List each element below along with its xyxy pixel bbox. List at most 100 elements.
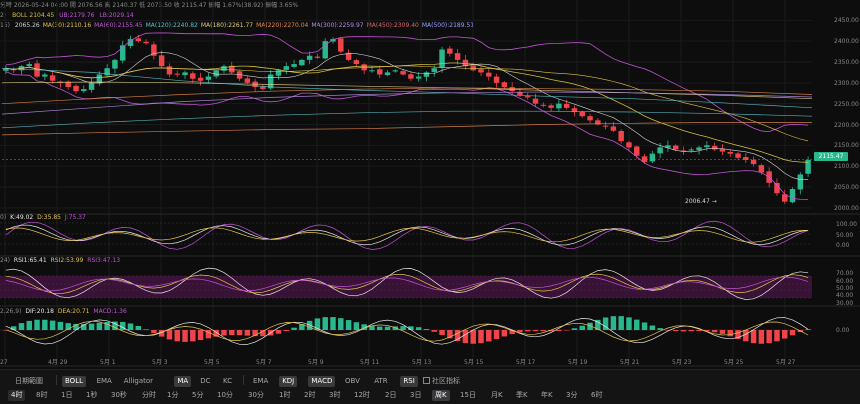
- interval-button[interactable]: 10分: [214, 390, 236, 401]
- indicator-ma-button[interactable]: MA: [174, 376, 192, 387]
- macd-histogram-bar: [711, 330, 718, 333]
- interval-button[interactable]: 2日: [382, 390, 399, 401]
- macd-histogram-bar: [766, 330, 772, 344]
- interval-button[interactable]: 12时: [351, 390, 373, 401]
- macd-histogram-bar: [532, 330, 539, 332]
- interval-button[interactable]: 5分: [189, 390, 206, 401]
- rsi-prefix: 24): [0, 257, 10, 264]
- candle-body: [338, 38, 344, 52]
- interval-button[interactable]: 30秒: [108, 390, 130, 401]
- interval-button[interactable]: 1分: [164, 390, 181, 401]
- interval-button[interactable]: 周K: [432, 390, 450, 401]
- macd-histogram-bar: [244, 330, 251, 336]
- checkbox-icon: [423, 377, 430, 384]
- subindicator-atr-button[interactable]: ATR: [371, 376, 390, 387]
- price-axis-label: 2350.00: [834, 59, 859, 66]
- candle-body: [182, 72, 188, 76]
- interval-button[interactable]: 8时: [33, 390, 50, 401]
- low-marker: 2006.47 →: [685, 198, 717, 205]
- interval-button[interactable]: 月K: [488, 390, 506, 401]
- candle-body: [750, 159, 757, 165]
- kdj-j: J:75.37: [64, 214, 86, 221]
- kdj-k: K:49.02: [10, 214, 34, 221]
- candle-body: [408, 74, 414, 79]
- interval-button[interactable]: 4时: [8, 390, 26, 401]
- indicator-kc-button[interactable]: KC: [220, 376, 235, 387]
- date-range-button[interactable]: 日期範圍: [12, 376, 46, 387]
- candle-body: [392, 70, 399, 72]
- candle-body: [197, 77, 204, 81]
- candle-body: [618, 130, 624, 142]
- candle-body: [789, 189, 796, 203]
- interval-button[interactable]: 3日: [407, 390, 424, 401]
- macd-histogram-bar: [805, 329, 811, 330]
- macd-histogram-bar: [579, 325, 585, 330]
- price-axis-label: 2250.00: [834, 100, 859, 108]
- interval-button[interactable]: 30分: [245, 390, 267, 401]
- candle-body: [688, 149, 695, 151]
- subindicator-kdj-button[interactable]: KDJ: [279, 376, 298, 387]
- candle-body: [384, 72, 391, 76]
- macd-histogram-bar: [229, 330, 235, 335]
- macd-histogram-bar: [626, 317, 632, 330]
- candle-body: [423, 72, 430, 77]
- community-indicators-button[interactable]: 社区指标: [420, 376, 463, 387]
- interval-button[interactable]: 6时: [588, 390, 605, 401]
- candle-body: [454, 53, 461, 60]
- interval-button[interactable]: 1日: [58, 390, 75, 401]
- interval-button[interactable]: 3分: [563, 390, 580, 401]
- time-axis-label: 5月 3: [152, 359, 168, 366]
- candle-body: [548, 105, 554, 108]
- macd-histogram-bar: [439, 330, 445, 336]
- rsi-axis-30: 30.00: [836, 300, 854, 307]
- macd-histogram-bar: [524, 330, 531, 332]
- indicator-ema-button[interactable]: EMA: [94, 376, 115, 387]
- interval-button[interactable]: 3时: [326, 390, 343, 401]
- kdj-axis-50: 50.00: [836, 232, 854, 239]
- candle-body: [260, 86, 266, 90]
- macd-histogram-bar: [345, 320, 352, 330]
- candle-body: [369, 70, 375, 72]
- kdj-axis-0: 0.00: [836, 242, 850, 249]
- price-chart[interactable]: [0, 0, 860, 369]
- macd-histogram-bar: [400, 326, 406, 330]
- candle-body: [213, 70, 219, 77]
- macd-histogram-bar: [556, 330, 562, 332]
- interval-button[interactable]: 1秒: [83, 390, 100, 401]
- macd-histogram-bar: [750, 330, 757, 344]
- candle-body: [112, 59, 118, 69]
- macd-histogram-bar: [104, 321, 110, 330]
- macd-histogram-bar: [470, 330, 476, 344]
- macd-axis-0: 0.00: [836, 327, 850, 334]
- time-axis-label: 5月 25: [724, 359, 744, 366]
- interval-button[interactable]: 1时: [276, 390, 293, 401]
- subindicator-rsi-button[interactable]: RSI: [400, 376, 418, 387]
- rsi-axis-50: 50.00: [836, 285, 854, 292]
- macd-histogram-bar: [743, 330, 749, 342]
- interval-button[interactable]: 季K: [513, 390, 531, 401]
- time-axis-label: 5月 5: [204, 359, 220, 366]
- indicator-alligator-button[interactable]: Alligator: [121, 376, 156, 387]
- time-axis-label: 5月 1: [100, 359, 116, 366]
- indicator-dc-button[interactable]: DC: [197, 376, 213, 387]
- interval-button[interactable]: 2时: [301, 390, 318, 401]
- indicator-boll-button[interactable]: BOLL: [62, 376, 86, 387]
- macd-histogram-bar: [431, 330, 437, 332]
- subindicator-macd-button[interactable]: MACD: [308, 376, 336, 387]
- subindicator-obv-button[interactable]: OBV: [342, 376, 363, 387]
- subindicator-ema-button[interactable]: EMA: [250, 376, 271, 387]
- time-axis-label: 5月 15: [464, 359, 484, 366]
- macd-histogram-bar: [696, 330, 702, 332]
- ma-500: [1, 110, 813, 129]
- interval-button[interactable]: 年K: [538, 390, 556, 401]
- macd-histogram-bar: [88, 323, 95, 330]
- macd-histogram-bar: [182, 330, 188, 342]
- kdj-k-line: [5, 224, 809, 246]
- candle-body: [143, 41, 149, 44]
- macd-histogram-bar: [291, 327, 297, 330]
- macd-histogram-bar: [96, 322, 103, 330]
- interval-button[interactable]: 分时: [139, 390, 159, 401]
- candle-body: [158, 55, 165, 67]
- macd-histogram-bar: [789, 330, 796, 336]
- interval-button[interactable]: 15日: [457, 390, 479, 401]
